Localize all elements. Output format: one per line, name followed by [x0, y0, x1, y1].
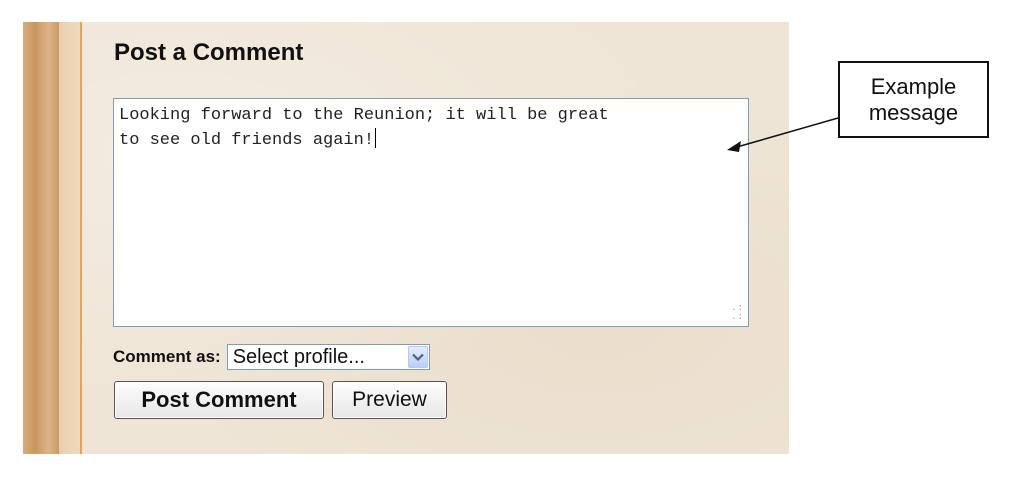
screenshot-stage: Post a Comment Looking forward to the Re…: [0, 0, 1014, 482]
comment-text-line-1: Looking forward to the Reunion; it will …: [119, 106, 609, 125]
comment-heading: Post a Comment: [114, 39, 304, 66]
profile-select[interactable]: Select profile...: [226, 344, 430, 370]
example-message-callout: Example message: [838, 61, 989, 138]
sidebar-divider: [80, 22, 82, 454]
decorative-left-strip: [23, 22, 59, 454]
post-comment-button[interactable]: Post Comment: [114, 381, 324, 419]
comment-panel: Post a Comment Looking forward to the Re…: [23, 22, 789, 454]
comment-actions: Post Comment Preview: [114, 381, 447, 419]
callout-line-1: Example: [870, 73, 957, 99]
decorative-inner-strip: [59, 22, 80, 454]
comment-text-line-2: to see old friends again!: [119, 131, 375, 150]
preview-button[interactable]: Preview: [332, 381, 447, 419]
chevron-down-icon[interactable]: [407, 346, 428, 368]
resize-grip-icon[interactable]: .:.:: [731, 304, 744, 322]
comment-textarea[interactable]: Looking forward to the Reunion; it will …: [113, 98, 749, 327]
comment-as-row: Comment as: Select profile...: [113, 344, 430, 370]
text-caret: [375, 128, 377, 148]
comment-as-label: Comment as:: [113, 347, 221, 366]
callout-line-2: message: [868, 99, 959, 125]
profile-select-value: Select profile...: [232, 346, 365, 368]
